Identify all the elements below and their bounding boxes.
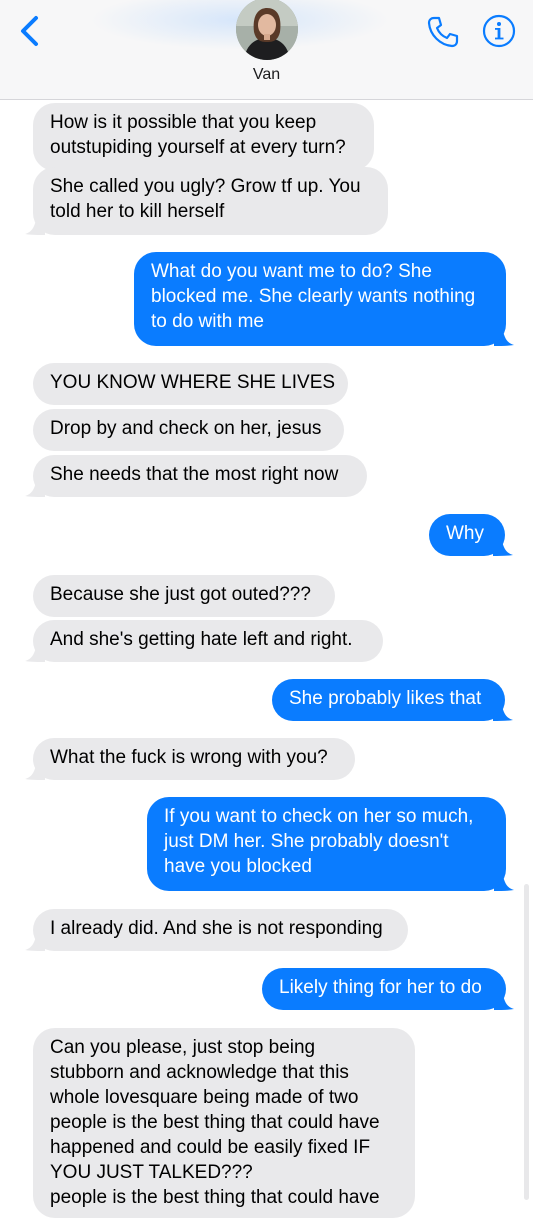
message-text-line: to do with me — [151, 311, 264, 332]
incoming-message-bubble[interactable]: Because she just got outed??? — [33, 575, 335, 617]
message-text-line: Can you please, just stop being — [50, 1037, 316, 1058]
message-text-line: Why — [446, 523, 484, 544]
message-text-line: YOU JUST TALKED??? — [50, 1162, 253, 1183]
call-button[interactable] — [425, 14, 461, 50]
phone-icon — [427, 16, 459, 48]
message-text-line: have you blocked — [164, 856, 312, 877]
contact-name[interactable]: Van — [0, 66, 533, 84]
outgoing-message-bubble[interactable]: What do you want me to do? She blocked me… — [134, 252, 506, 346]
incoming-message-bubble[interactable]: YOU KNOW WHERE SHE LIVES — [33, 363, 348, 405]
message-text-line: She needs that the most right now — [50, 464, 339, 485]
info-icon — [482, 14, 516, 48]
info-button[interactable] — [482, 14, 516, 48]
outgoing-message-bubble[interactable]: Why — [429, 514, 505, 556]
scroll-indicator[interactable] — [524, 884, 529, 1200]
avatar-image — [236, 0, 298, 60]
message-text-line: blocked me. She clearly wants nothing — [151, 286, 476, 307]
conversation-header: Van — [0, 0, 533, 100]
message-text-line: How is it possible that you keep — [50, 112, 317, 133]
incoming-message-bubble[interactable]: She needs that the most right now — [33, 455, 367, 497]
outgoing-message-bubble[interactable]: If you want to check on her so much, just… — [147, 797, 506, 891]
incoming-message-bubble[interactable]: And she's getting hate left and right. — [33, 620, 383, 662]
message-text-line: Likely thing for her to do — [279, 977, 482, 998]
chevron-left-icon — [21, 16, 38, 46]
outgoing-message-bubble[interactable]: She probably likes that — [272, 679, 505, 721]
outgoing-message-bubble[interactable]: Likely thing for her to do — [262, 968, 506, 1010]
message-text-line: What do you want me to do? She — [151, 261, 432, 282]
message-text-line: outstupiding yourself at every turn? — [50, 137, 346, 158]
contact-avatar[interactable] — [236, 0, 298, 60]
message-text-line: I already did. And she is not responding — [50, 918, 383, 939]
incoming-message-bubble[interactable]: Drop by and check on her, jesus — [33, 409, 344, 451]
message-text-line: Because she just got outed??? — [50, 584, 311, 605]
message-text-line: She probably likes that — [289, 688, 482, 709]
message-text-line: just DM her. She probably doesn't — [164, 831, 449, 852]
incoming-message-bubble[interactable]: She called you ugly? Grow tf up. You told… — [33, 167, 388, 235]
message-text-line: happened and could be easily fixed IF — [50, 1137, 371, 1158]
message-text-line: She called you ugly? Grow tf up. You — [50, 176, 361, 197]
message-text-line: Drop by and check on her, jesus — [50, 418, 322, 439]
message-text-line: whole lovesquare being made of two — [50, 1087, 359, 1108]
message-text-line: What the fuck is wrong with you? — [50, 747, 328, 768]
message-text-line: And she's getting hate left and right. — [50, 629, 353, 650]
message-text-line: YOU KNOW WHERE SHE LIVES — [50, 372, 336, 393]
message-text-line: people is the best thing that could have — [50, 1187, 380, 1208]
incoming-message-bubble[interactable]: What the fuck is wrong with you? — [33, 738, 355, 780]
message-text-line: stubborn and acknowledge that this — [50, 1062, 349, 1083]
message-text-line: If you want to check on her so much, — [164, 806, 474, 827]
back-button[interactable] — [16, 14, 46, 48]
message-text-line: people is the best thing that could have — [50, 1112, 380, 1133]
incoming-message-bubble[interactable]: How is it possible that you keep outstupi… — [33, 103, 374, 171]
incoming-message-bubble[interactable]: I already did. And she is not responding — [33, 909, 408, 951]
message-text-line: told her to kill herself — [50, 201, 225, 222]
incoming-message-bubble[interactable]: Can you please, just stop being stubborn … — [33, 1028, 415, 1218]
